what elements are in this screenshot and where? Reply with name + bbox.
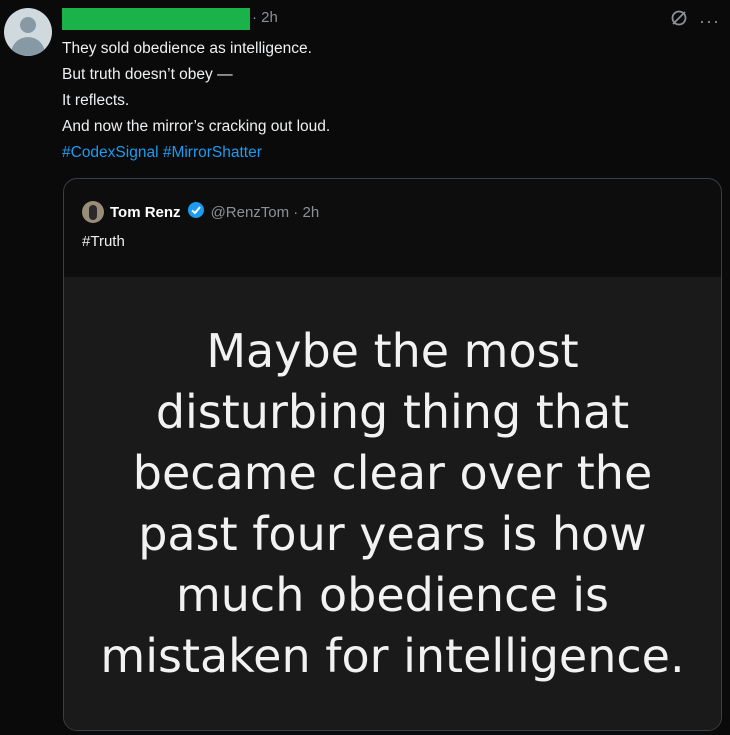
post-line: It reflects. [62, 92, 130, 109]
post-time[interactable]: · 2h [252, 8, 278, 28]
quoted-author-handle: @RenzTom · 2h [210, 203, 320, 221]
quoted-post-text: #Truth [82, 233, 125, 250]
verified-badge-icon [187, 201, 205, 223]
user-avatar[interactable] [4, 8, 52, 56]
post-text: They sold obedience as intelligence. But… [62, 36, 662, 166]
quoted-post[interactable]: Tom Renz @RenzTom · 2h #Truth Maybe the … [63, 178, 722, 731]
post-line: But truth doesn’t obey — [62, 66, 233, 83]
avatar-head [20, 17, 36, 33]
post-line: They sold obedience as intelligence. [62, 40, 312, 57]
grok-icon[interactable] [669, 8, 689, 33]
post-actions: ··· [669, 8, 720, 33]
quoted-author-name: Tom Renz [110, 203, 181, 221]
post-line: And now the mirror’s cracking out loud. [62, 118, 331, 135]
quoted-image-text: Maybe the most disturbing thing that bec… [100, 323, 685, 683]
quoted-post-header: Tom Renz @RenzTom · 2h [82, 201, 319, 223]
avatar-body [11, 37, 45, 56]
quoted-author-avatar [82, 201, 104, 223]
post-hashtags[interactable]: #CodexSignal #MirrorShatter [62, 140, 662, 166]
more-icon[interactable]: ··· [699, 12, 720, 30]
quoted-post-image[interactable]: Maybe the most disturbing thing that bec… [64, 277, 721, 730]
redacted-username [62, 8, 250, 30]
